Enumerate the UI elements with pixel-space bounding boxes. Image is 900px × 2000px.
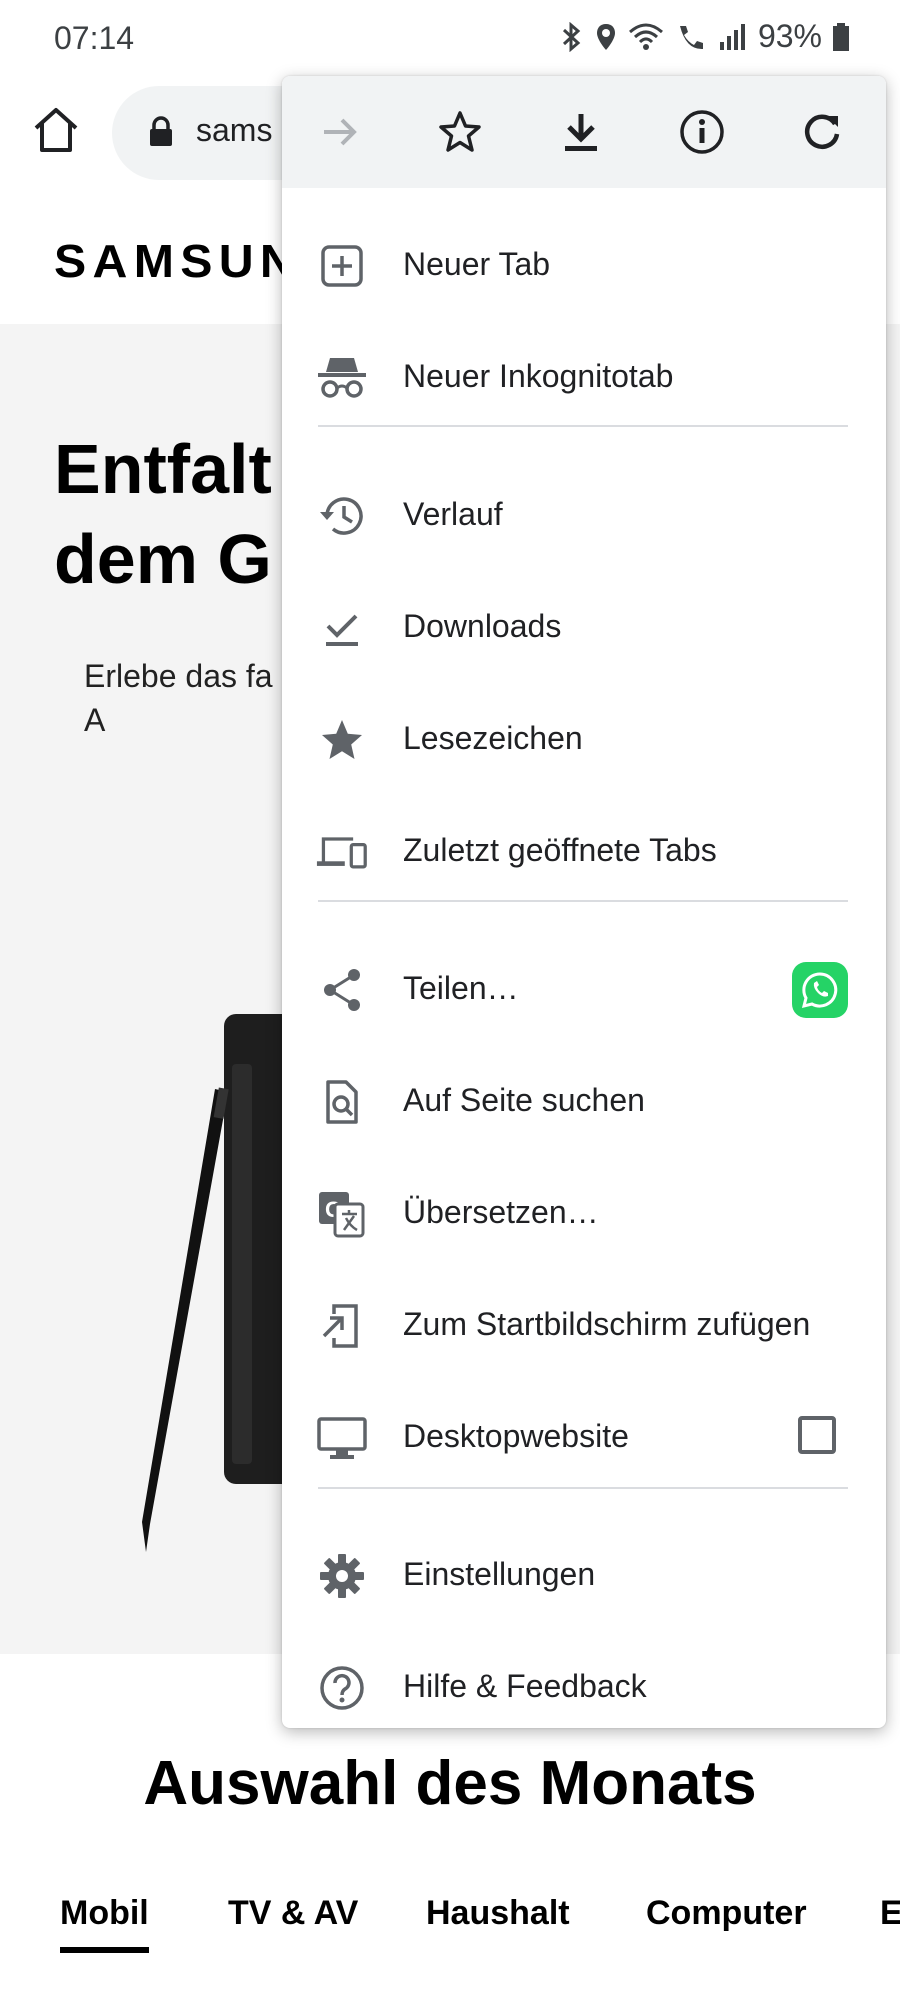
menu-item-bookmarks[interactable]: Lesezeichen	[282, 684, 886, 796]
category-tab-more[interactable]: E	[880, 1894, 900, 1933]
menu-item-translate[interactable]: G Übersetzen…	[282, 1158, 886, 1270]
menu-item-history[interactable]: Verlauf	[282, 460, 886, 572]
menu-item-desktop-site[interactable]: Desktopwebsite	[282, 1382, 886, 1494]
whatsapp-icon	[801, 972, 838, 1009]
menu-item-label: Neuer Tab	[403, 246, 551, 282]
wifi-call-icon	[679, 25, 703, 49]
share-icon	[316, 964, 368, 1016]
battery-icon	[833, 22, 849, 51]
desktop-icon	[316, 1412, 368, 1464]
battery-percent: 93%	[757, 18, 822, 54]
menu-item-new-incognito-tab[interactable]: Neuer Inkognitotab	[282, 322, 886, 434]
menu-item-label: Auf Seite suchen	[403, 1082, 645, 1118]
bookmark-button[interactable]	[432, 104, 488, 160]
menu-item-label: Einstellungen	[403, 1556, 596, 1592]
desktop-site-checkbox[interactable]	[798, 1416, 836, 1454]
menu-item-label: Neuer Inkognitotab	[403, 358, 674, 394]
menu-item-add-to-home-screen[interactable]: Zum Startbildschirm zufügen	[282, 1270, 886, 1382]
url-text: sams	[196, 112, 273, 148]
location-icon	[596, 23, 615, 50]
devices-icon	[316, 826, 368, 878]
menu-item-find-in-page[interactable]: Auf Seite suchen	[282, 1046, 886, 1158]
forward-icon	[324, 118, 357, 146]
category-tab-tv-av[interactable]: TV & AV	[228, 1894, 358, 1933]
category-tab-computer[interactable]: Computer	[646, 1894, 807, 1933]
translate-icon: G	[316, 1188, 368, 1240]
page-info-button[interactable]	[674, 104, 730, 160]
reload-icon	[804, 114, 840, 149]
downloads-icon	[316, 602, 368, 654]
new-tab-icon	[316, 240, 368, 292]
wifi-icon	[628, 23, 663, 50]
hero-subtitle: Erlebe das fa A	[84, 658, 273, 738]
menu-item-label: Verlauf	[403, 496, 503, 532]
incognito-icon	[316, 352, 368, 404]
category-tabs: Mobil TV & AV Haushalt Computer E	[0, 1880, 900, 1970]
category-tab-haushalt[interactable]: Haushalt	[426, 1894, 570, 1933]
menu-item-share[interactable]: Teilen…	[282, 934, 886, 1046]
menu-item-label: Downloads	[403, 608, 562, 644]
find-in-page-icon	[316, 1076, 368, 1128]
whatsapp-share-button[interactable]	[792, 962, 848, 1018]
home-button[interactable]	[30, 104, 82, 156]
bluetooth-icon	[562, 21, 581, 52]
menu-item-label: Teilen…	[403, 970, 519, 1006]
menu-item-help-feedback[interactable]: Hilfe & Feedback	[282, 1632, 886, 1728]
menu-item-label: Desktopwebsite	[403, 1418, 629, 1454]
menu-divider	[318, 425, 848, 427]
reload-button[interactable]	[794, 104, 850, 160]
add-to-home-icon	[316, 1300, 368, 1352]
menu-item-settings[interactable]: Einstellungen	[282, 1520, 886, 1632]
status-icons: 93%	[560, 18, 850, 55]
download-icon	[565, 114, 597, 151]
forward-button[interactable]	[312, 104, 368, 160]
home-icon	[34, 108, 78, 152]
menu-divider	[318, 900, 848, 902]
section-title: Auswahl des Monats	[143, 1749, 757, 1818]
menu-item-label: Zum Startbildschirm zufügen	[403, 1306, 811, 1342]
menu-item-recent-tabs[interactable]: Zuletzt geöffnete Tabs	[282, 796, 886, 908]
lock-icon	[150, 116, 172, 146]
status-bar: 07:14 93%	[0, 0, 900, 78]
status-time: 07:14	[54, 20, 135, 56]
menu-item-label: Übersetzen…	[403, 1194, 599, 1230]
signal-icon	[719, 23, 745, 50]
category-tab-mobil[interactable]: Mobil	[60, 1894, 149, 1953]
overflow-menu: Neuer Tab Neuer Inkognitotab Verlauf Dow…	[282, 76, 886, 1728]
history-icon	[316, 490, 368, 542]
menu-divider	[318, 1487, 848, 1489]
menu-action-row	[282, 76, 886, 188]
download-page-button[interactable]	[553, 104, 609, 160]
menu-item-label: Hilfe & Feedback	[403, 1668, 647, 1704]
menu-item-new-tab[interactable]: Neuer Tab	[282, 210, 886, 322]
help-icon	[316, 1662, 368, 1714]
bookmark-star-icon	[439, 111, 481, 152]
star-icon	[316, 714, 368, 766]
menu-item-label: Lesezeichen	[403, 720, 583, 756]
settings-icon	[316, 1550, 368, 1602]
menu-item-label: Zuletzt geöffnete Tabs	[403, 832, 717, 868]
info-icon	[680, 110, 724, 154]
hero-title: Entfalt dem G	[54, 430, 272, 598]
menu-item-downloads[interactable]: Downloads	[282, 572, 886, 684]
